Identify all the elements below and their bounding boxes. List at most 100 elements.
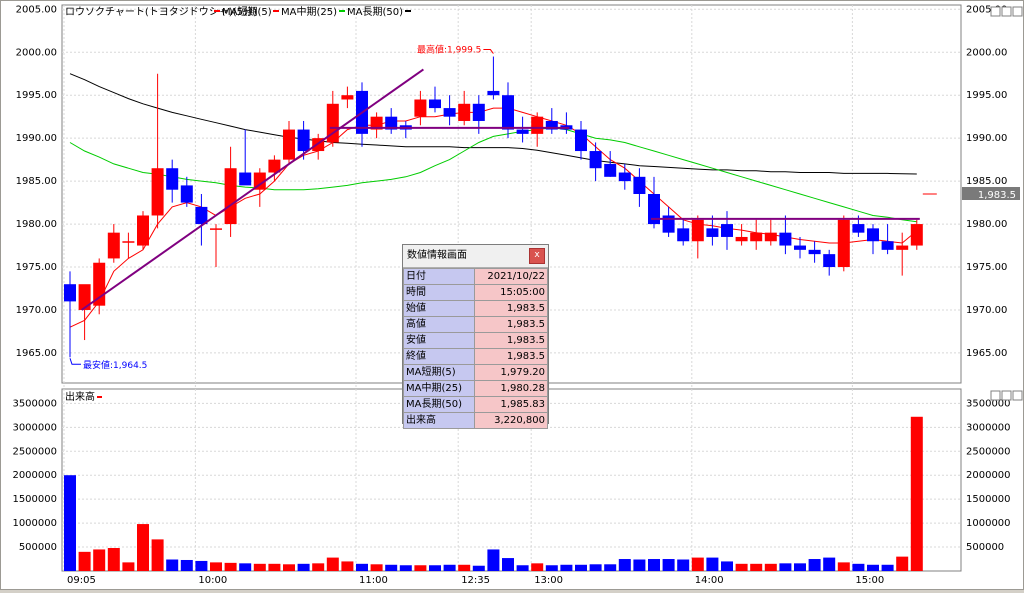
candle-body xyxy=(633,176,646,194)
info-panel-titlebar[interactable]: 数値情報画面 x xyxy=(403,245,548,268)
info-row: 出来高 3,220,800 xyxy=(403,412,548,429)
candle-body xyxy=(210,228,222,230)
candle-body xyxy=(122,241,135,243)
info-row: 高値 1,983.5 xyxy=(403,316,548,333)
volume-tick-label-right: 1000000 xyxy=(966,518,1011,529)
info-row-value: 3,220,800 xyxy=(474,412,548,429)
price-pane-buttons[interactable] xyxy=(990,6,1023,17)
volume-bar xyxy=(370,564,383,571)
candle-body xyxy=(852,224,865,233)
ma-long-legend-label: MA長期(50) xyxy=(347,6,403,18)
low-price-label: 最安値:1,964.5 xyxy=(83,359,147,371)
candle-body xyxy=(706,228,719,237)
volume-bar xyxy=(837,562,850,571)
candle-body xyxy=(575,129,587,152)
price-tick-label-right: 1965.00 xyxy=(966,348,1007,359)
info-row-label: 安値 xyxy=(403,332,475,349)
candle-body xyxy=(239,172,252,186)
volume-bar xyxy=(808,559,821,571)
volume-bar xyxy=(662,559,675,571)
volume-bar xyxy=(341,561,354,571)
volume-bar xyxy=(852,563,865,571)
info-row: 始値 1,983.5 xyxy=(403,300,548,317)
info-row: 時間 15:05:00 xyxy=(403,284,548,301)
price-tick-label-right: 1990.00 xyxy=(966,133,1007,144)
price-tick-label-right: 2005.00 xyxy=(966,4,1007,15)
candle-body xyxy=(721,224,733,237)
vpane-restore-button[interactable] xyxy=(1001,390,1012,401)
volume-bar xyxy=(385,564,398,571)
info-row-value: 1,983.5 xyxy=(474,332,548,349)
info-row-label: 時間 xyxy=(403,284,475,301)
price-tick-label-left: 1985.00 xyxy=(16,176,57,187)
volume-bar xyxy=(575,564,587,571)
volume-bar xyxy=(326,557,339,571)
vpane-close-button[interactable] xyxy=(1012,390,1023,401)
volume-bar xyxy=(618,559,631,571)
info-row-value: 1,983.5 xyxy=(474,348,548,365)
volume-bar xyxy=(502,558,514,571)
volume-bar xyxy=(122,562,135,571)
volume-bar xyxy=(794,563,806,571)
info-row-value: 2021/10/22 xyxy=(474,268,548,285)
volume-tick-label-right: 2000000 xyxy=(966,470,1011,481)
info-row-value: 1,983.5 xyxy=(474,300,548,317)
price-tick-label-left: 1970.00 xyxy=(16,305,57,316)
vpane-maximize-button[interactable] xyxy=(990,390,1001,401)
time-tick-label: 10:00 xyxy=(198,575,227,586)
high-price-label: 最高値:1,999.5 xyxy=(417,44,481,56)
candle-body xyxy=(443,108,456,117)
info-row-value: 1,983.5 xyxy=(474,316,548,333)
info-row-label: 高値 xyxy=(403,316,475,333)
volume-bar xyxy=(545,565,558,571)
volume-tick-label-right: 1500000 xyxy=(966,494,1011,505)
volume-bar xyxy=(268,563,281,571)
volume-bar xyxy=(195,560,208,571)
candle-body xyxy=(881,241,894,250)
current-price-label: 1,983.5 xyxy=(978,190,1016,201)
time-tick-label: 12:35 xyxy=(461,575,490,586)
candle-body xyxy=(151,168,164,216)
volume-bar xyxy=(283,564,295,571)
candle-body xyxy=(896,245,909,250)
info-panel[interactable]: 数値情報画面 x 日付 2021/10/22 時間 15:05:00 始値 1,983.5… xyxy=(402,244,549,429)
volume-bar xyxy=(589,564,602,571)
candle-body xyxy=(516,129,529,134)
volume-bar xyxy=(516,565,529,571)
price-tick-label-left: 1990.00 xyxy=(16,133,57,144)
time-axis-labels: 09:05 10:00 11:00 12:35 13:00 14:00 15:00 xyxy=(67,575,884,586)
candle-body xyxy=(137,215,149,246)
volume-bar xyxy=(867,564,879,571)
volume-tick-label-left: 500000 xyxy=(19,542,57,553)
pane-restore-button[interactable] xyxy=(1001,6,1012,17)
volume-pane-buttons[interactable] xyxy=(990,390,1023,401)
volume-bar xyxy=(151,539,164,571)
volume-bar xyxy=(64,475,76,571)
info-panel-table: 日付 2021/10/22 時間 15:05:00 始値 1,983.5 高値 1,983.5… xyxy=(403,268,548,429)
volume-bar xyxy=(779,563,792,571)
candle-body xyxy=(910,224,923,246)
candle-body xyxy=(618,172,631,182)
candle-body xyxy=(429,99,441,109)
candle-body xyxy=(531,116,544,134)
volume-bar xyxy=(253,563,266,571)
pane-maximize-button[interactable] xyxy=(990,6,1001,17)
volume-bar xyxy=(910,416,923,571)
volume-bar xyxy=(648,559,660,571)
volume-bar xyxy=(399,565,412,571)
candle-body xyxy=(472,103,485,121)
volume-tick-label-left: 3500000 xyxy=(12,398,57,409)
info-row-value: 1,979.20 xyxy=(474,364,548,381)
price-tick-label-right: 1980.00 xyxy=(966,219,1007,230)
volume-bar xyxy=(239,563,252,571)
close-icon[interactable]: x xyxy=(529,248,545,264)
volume-bar xyxy=(443,564,456,571)
volume-bar xyxy=(633,559,646,571)
volume-tick-label-right: 2500000 xyxy=(966,446,1011,457)
volume-bar xyxy=(677,559,690,571)
price-tick-label-left: 1975.00 xyxy=(16,262,57,273)
volume-bar xyxy=(429,565,441,571)
pane-close-button[interactable] xyxy=(1012,6,1023,17)
info-row-label: MA短期(5) xyxy=(403,364,475,381)
chart-window: 1965.00 1965.00 1970.00 1970.00 1975.00 1975.… xyxy=(0,0,1024,590)
